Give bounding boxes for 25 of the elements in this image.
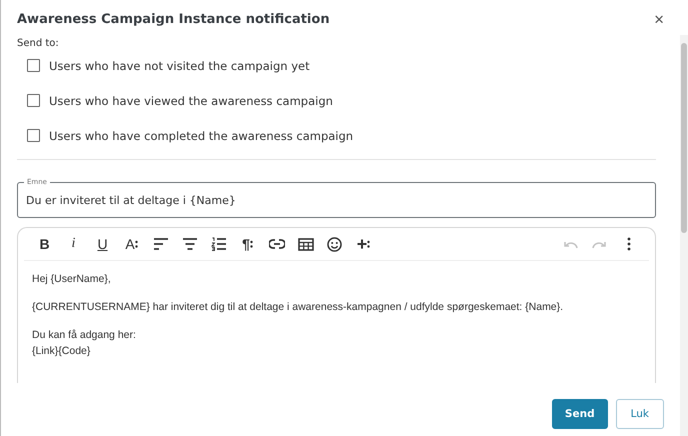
font-size-button[interactable]: A [117, 231, 146, 257]
message-text: {Link}{Code} [32, 345, 92, 357]
dots-icon [134, 239, 138, 249]
message-text: {CURRENTUSERNAME} har inviteret dig til at deltage i awareness-kampagnen / udfylde spørgeskemaet: {Name}. [32, 301, 564, 313]
dots-icon [367, 239, 370, 249]
checkbox-label: Users who have not visited the campaign yet [49, 58, 310, 72]
checkbox[interactable] [27, 59, 40, 72]
underline-button[interactable]: U [88, 231, 117, 257]
send-to-label: Send to: [17, 38, 60, 49]
close-button[interactable]: × [654, 10, 664, 28]
paragraph-button[interactable]: ¶ [233, 231, 262, 257]
close-dialog-button[interactable]: Luk [616, 399, 664, 429]
send-button[interactable]: Send [552, 399, 608, 429]
italic-button[interactable]: i [59, 231, 88, 257]
dots-icon [250, 239, 253, 249]
message-text: Hej {UserName}, [32, 273, 112, 285]
scrollbar[interactable] [680, 35, 688, 436]
checkbox-label: Users who have viewed the awareness campaign [49, 94, 333, 108]
message-text: Du kan få adgang her: [32, 329, 137, 341]
checkbox[interactable] [27, 129, 40, 142]
dialog-title: Awareness Campaign Instance notification [17, 12, 330, 26]
checkbox-label: Users who have completed the awareness campaign [49, 128, 354, 142]
checkbox[interactable] [27, 94, 40, 107]
bold-button[interactable]: B [30, 231, 59, 257]
insert-button[interactable]: + [349, 231, 378, 257]
